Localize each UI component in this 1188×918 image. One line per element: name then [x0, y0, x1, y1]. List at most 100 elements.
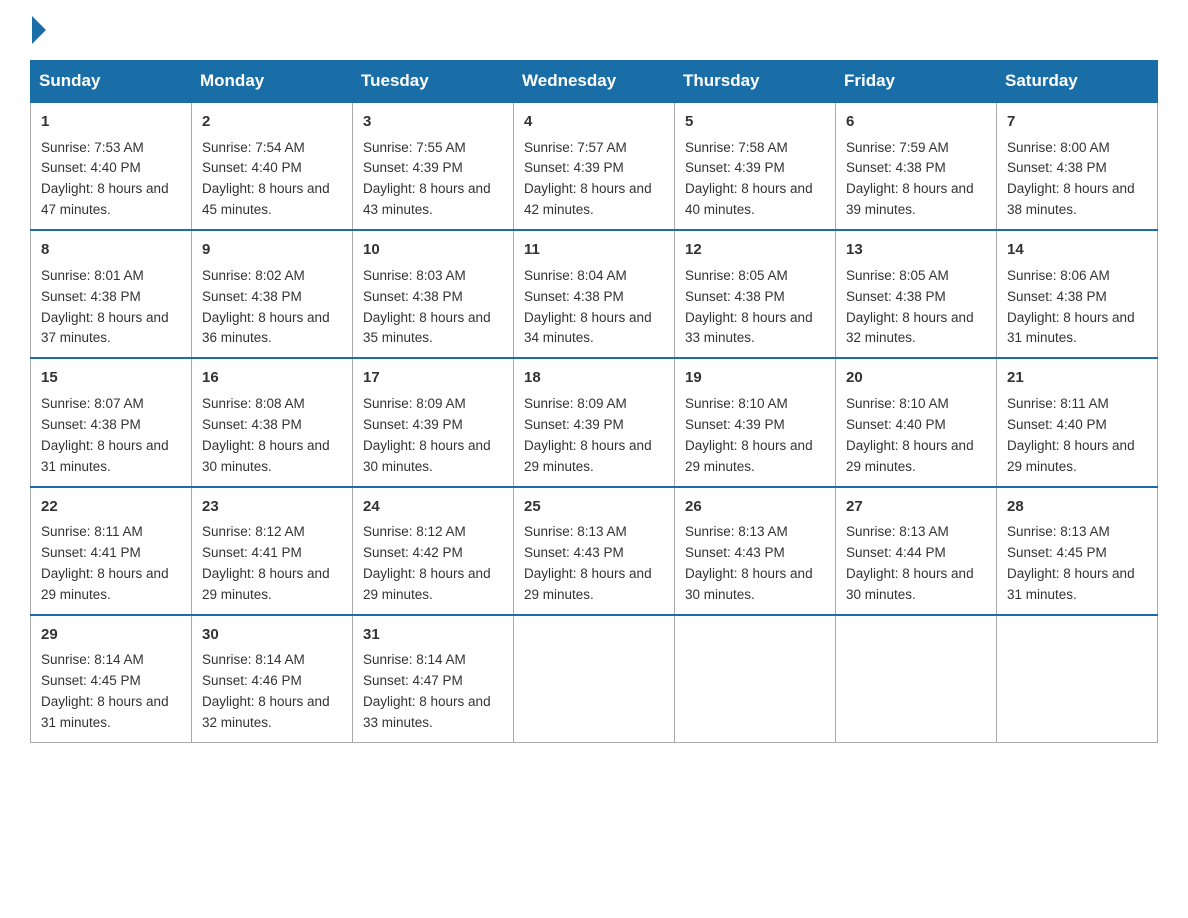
day-info: Sunrise: 8:14 AMSunset: 4:45 PMDaylight:…: [41, 650, 181, 734]
day-number: 11: [524, 239, 664, 262]
day-number: 1: [41, 111, 181, 134]
calendar-week-row: 8Sunrise: 8:01 AMSunset: 4:38 PMDaylight…: [31, 230, 1158, 358]
calendar-day-cell: 16 Sunrise: 8:08 AMSunset: 4:38 PMDayligh…: [192, 358, 353, 486]
day-info: Sunrise: 7:55 AMSunset: 4:39 PMDaylight:…: [363, 138, 503, 222]
calendar-day-cell: 5 Sunrise: 7:58 AMSunset: 4:39 PMDaylight…: [675, 102, 836, 230]
calendar-day-cell: 18Sunrise: 8:09 AMSunset: 4:39 PMDayligh…: [514, 358, 675, 486]
day-info: Sunrise: 8:04 AMSunset: 4:38 PMDaylight:…: [524, 266, 664, 350]
calendar-header-row: SundayMondayTuesdayWednesdayThursdayFrid…: [31, 61, 1158, 103]
day-info: Sunrise: 8:11 AMSunset: 4:40 PMDaylight:…: [1007, 394, 1147, 478]
col-header-tuesday: Tuesday: [353, 61, 514, 103]
calendar-day-cell: 2 Sunrise: 7:54 AMSunset: 4:40 PMDaylight…: [192, 102, 353, 230]
calendar-day-cell: 31Sunrise: 8:14 AMSunset: 4:47 PMDayligh…: [353, 615, 514, 743]
page-header: [30, 20, 1158, 40]
day-info: Sunrise: 8:09 AMSunset: 4:39 PMDaylight:…: [363, 394, 503, 478]
day-info: Sunrise: 8:07 AMSunset: 4:38 PMDaylight:…: [41, 394, 181, 478]
calendar-table: SundayMondayTuesdayWednesdayThursdayFrid…: [30, 60, 1158, 743]
day-number: 15: [41, 367, 181, 390]
day-info: Sunrise: 8:12 AMSunset: 4:42 PMDaylight:…: [363, 522, 503, 606]
col-header-friday: Friday: [836, 61, 997, 103]
logo: [30, 20, 46, 40]
day-info: Sunrise: 7:58 AMSunset: 4:39 PMDaylight:…: [685, 138, 825, 222]
calendar-week-row: 29 Sunrise: 8:14 AMSunset: 4:45 PMDayligh…: [31, 615, 1158, 743]
day-number: 22: [41, 496, 181, 519]
calendar-day-cell: 20 Sunrise: 8:10 AMSunset: 4:40 PMDayligh…: [836, 358, 997, 486]
day-number: 25: [524, 496, 664, 519]
day-info: Sunrise: 8:13 AMSunset: 4:44 PMDaylight:…: [846, 522, 986, 606]
calendar-week-row: 1 Sunrise: 7:53 AMSunset: 4:40 PMDaylight…: [31, 102, 1158, 230]
calendar-day-cell: 26 Sunrise: 8:13 AMSunset: 4:43 PMDayligh…: [675, 487, 836, 615]
day-info: Sunrise: 8:12 AMSunset: 4:41 PMDaylight:…: [202, 522, 342, 606]
day-info: Sunrise: 8:03 AMSunset: 4:38 PMDaylight:…: [363, 266, 503, 350]
col-header-thursday: Thursday: [675, 61, 836, 103]
calendar-day-cell: 17 Sunrise: 8:09 AMSunset: 4:39 PMDayligh…: [353, 358, 514, 486]
col-header-wednesday: Wednesday: [514, 61, 675, 103]
day-number: 28: [1007, 496, 1147, 519]
calendar-day-cell: 10 Sunrise: 8:03 AMSunset: 4:38 PMDayligh…: [353, 230, 514, 358]
day-number: 10: [363, 239, 503, 262]
day-number: 5: [685, 111, 825, 134]
day-number: 14: [1007, 239, 1147, 262]
calendar-day-cell: [514, 615, 675, 743]
day-number: 27: [846, 496, 986, 519]
day-info: Sunrise: 8:13 AMSunset: 4:43 PMDaylight:…: [685, 522, 825, 606]
calendar-day-cell: 14 Sunrise: 8:06 AMSunset: 4:38 PMDayligh…: [997, 230, 1158, 358]
calendar-day-cell: 9 Sunrise: 8:02 AMSunset: 4:38 PMDaylight…: [192, 230, 353, 358]
day-number: 12: [685, 239, 825, 262]
logo-arrow-icon: [32, 16, 46, 44]
day-number: 6: [846, 111, 986, 134]
day-number: 2: [202, 111, 342, 134]
calendar-day-cell: 3 Sunrise: 7:55 AMSunset: 4:39 PMDaylight…: [353, 102, 514, 230]
day-number: 16: [202, 367, 342, 390]
calendar-day-cell: 7 Sunrise: 8:00 AMSunset: 4:38 PMDaylight…: [997, 102, 1158, 230]
day-number: 24: [363, 496, 503, 519]
day-info: Sunrise: 8:05 AMSunset: 4:38 PMDaylight:…: [846, 266, 986, 350]
calendar-day-cell: 1 Sunrise: 7:53 AMSunset: 4:40 PMDaylight…: [31, 102, 192, 230]
day-info: Sunrise: 8:10 AMSunset: 4:40 PMDaylight:…: [846, 394, 986, 478]
day-number: 7: [1007, 111, 1147, 134]
calendar-day-cell: 27 Sunrise: 8:13 AMSunset: 4:44 PMDayligh…: [836, 487, 997, 615]
calendar-day-cell: 19 Sunrise: 8:10 AMSunset: 4:39 PMDayligh…: [675, 358, 836, 486]
calendar-day-cell: 6Sunrise: 7:59 AMSunset: 4:38 PMDaylight…: [836, 102, 997, 230]
day-info: Sunrise: 8:02 AMSunset: 4:38 PMDaylight:…: [202, 266, 342, 350]
day-number: 17: [363, 367, 503, 390]
day-info: Sunrise: 7:57 AMSunset: 4:39 PMDaylight:…: [524, 138, 664, 222]
calendar-day-cell: 29 Sunrise: 8:14 AMSunset: 4:45 PMDayligh…: [31, 615, 192, 743]
calendar-day-cell: 8Sunrise: 8:01 AMSunset: 4:38 PMDaylight…: [31, 230, 192, 358]
day-info: Sunrise: 8:13 AMSunset: 4:45 PMDaylight:…: [1007, 522, 1147, 606]
day-number: 26: [685, 496, 825, 519]
day-info: Sunrise: 7:53 AMSunset: 4:40 PMDaylight:…: [41, 138, 181, 222]
calendar-week-row: 22Sunrise: 8:11 AMSunset: 4:41 PMDayligh…: [31, 487, 1158, 615]
calendar-day-cell: 13Sunrise: 8:05 AMSunset: 4:38 PMDayligh…: [836, 230, 997, 358]
calendar-day-cell: 30Sunrise: 8:14 AMSunset: 4:46 PMDayligh…: [192, 615, 353, 743]
col-header-monday: Monday: [192, 61, 353, 103]
calendar-day-cell: 4 Sunrise: 7:57 AMSunset: 4:39 PMDaylight…: [514, 102, 675, 230]
calendar-day-cell: 11 Sunrise: 8:04 AMSunset: 4:38 PMDayligh…: [514, 230, 675, 358]
calendar-day-cell: 25 Sunrise: 8:13 AMSunset: 4:43 PMDayligh…: [514, 487, 675, 615]
calendar-week-row: 15 Sunrise: 8:07 AMSunset: 4:38 PMDayligh…: [31, 358, 1158, 486]
col-header-sunday: Sunday: [31, 61, 192, 103]
day-number: 20: [846, 367, 986, 390]
day-number: 31: [363, 624, 503, 647]
calendar-day-cell: 22Sunrise: 8:11 AMSunset: 4:41 PMDayligh…: [31, 487, 192, 615]
day-info: Sunrise: 8:13 AMSunset: 4:43 PMDaylight:…: [524, 522, 664, 606]
day-info: Sunrise: 8:06 AMSunset: 4:38 PMDaylight:…: [1007, 266, 1147, 350]
day-info: Sunrise: 8:00 AMSunset: 4:38 PMDaylight:…: [1007, 138, 1147, 222]
calendar-day-cell: 21 Sunrise: 8:11 AMSunset: 4:40 PMDayligh…: [997, 358, 1158, 486]
day-number: 9: [202, 239, 342, 262]
day-info: Sunrise: 7:54 AMSunset: 4:40 PMDaylight:…: [202, 138, 342, 222]
day-number: 21: [1007, 367, 1147, 390]
day-info: Sunrise: 8:01 AMSunset: 4:38 PMDaylight:…: [41, 266, 181, 350]
day-number: 29: [41, 624, 181, 647]
col-header-saturday: Saturday: [997, 61, 1158, 103]
day-number: 4: [524, 111, 664, 134]
calendar-day-cell: 28 Sunrise: 8:13 AMSunset: 4:45 PMDayligh…: [997, 487, 1158, 615]
day-info: Sunrise: 8:14 AMSunset: 4:46 PMDaylight:…: [202, 650, 342, 734]
calendar-day-cell: [997, 615, 1158, 743]
day-info: Sunrise: 8:10 AMSunset: 4:39 PMDaylight:…: [685, 394, 825, 478]
day-number: 18: [524, 367, 664, 390]
day-info: Sunrise: 8:08 AMSunset: 4:38 PMDaylight:…: [202, 394, 342, 478]
day-number: 3: [363, 111, 503, 134]
calendar-day-cell: [836, 615, 997, 743]
day-number: 19: [685, 367, 825, 390]
